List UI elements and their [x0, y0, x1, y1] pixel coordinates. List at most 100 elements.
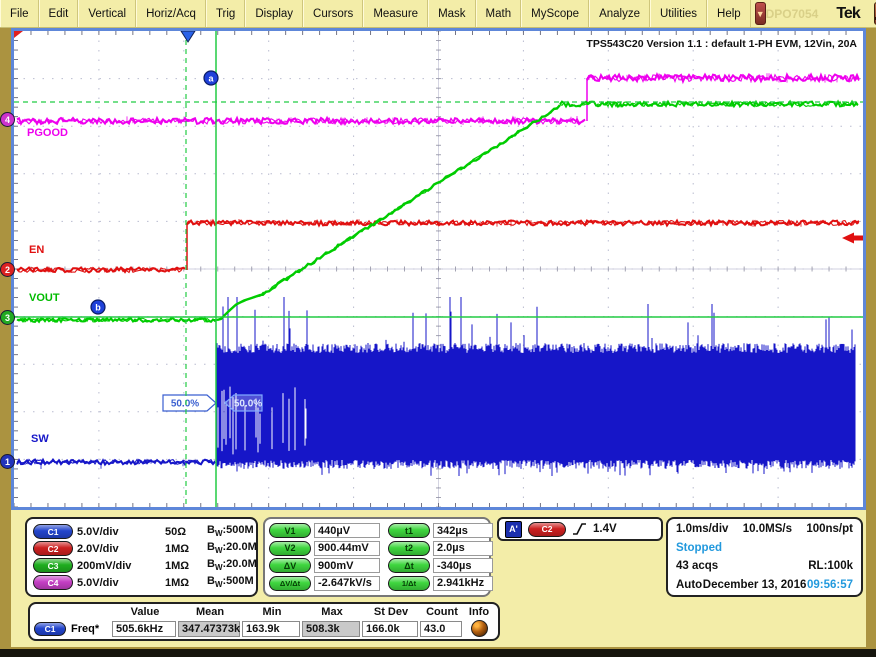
cursor-callout-left-label: 50.0% — [171, 399, 199, 410]
menu-item-cursors[interactable]: Cursors — [303, 0, 363, 27]
acq-count: 43 acqs — [676, 560, 718, 572]
channel-scale: 5.0V/div — [77, 526, 165, 538]
channel-pill-c2[interactable]: C2 — [33, 541, 73, 556]
menu-bar: FileEditVerticalHoriz/AcqTrigDisplayCurs… — [0, 0, 876, 28]
trace-label-en: EN — [29, 244, 44, 256]
channel-scale: 5.0V/div — [77, 577, 165, 589]
cursor-value: 342µs — [433, 523, 493, 538]
cursor-pill: ΔV/Δt — [269, 576, 311, 591]
menu-overflow-button[interactable]: ▼ — [755, 2, 766, 25]
channel-scale: 200mV/div — [77, 560, 165, 572]
measurement-name: Freq* — [71, 623, 99, 635]
menu-item-mask[interactable]: Mask — [428, 0, 475, 27]
trace-label-vout: VOUT — [29, 292, 60, 304]
menu-item-math[interactable]: Math — [476, 0, 522, 27]
menu-item-vertical[interactable]: Vertical — [78, 0, 136, 27]
channel-setting-row-c3: C3200mV/div1MΩBW:20.0M — [33, 557, 257, 574]
bottom-bezel — [0, 649, 876, 657]
trigger-readout: A' C2 1.4V — [497, 517, 663, 541]
trace-label-pgood: PGOOD — [27, 127, 68, 139]
record-length: RL:100k — [808, 560, 853, 572]
channel-1-badge[interactable]: 1 — [0, 454, 15, 469]
menu-item-help[interactable]: Help — [707, 0, 751, 27]
cursor-voltage-column: V1440µV V2900.44mVΔV900mVΔV/Δt-2.647kV/s — [269, 522, 380, 592]
channel-pill-c4[interactable]: C4 — [33, 575, 73, 590]
menu-item-edit[interactable]: Edit — [39, 0, 79, 27]
trigger-level-arrow[interactable] — [842, 233, 863, 244]
channel-pill-c1[interactable]: C1 — [33, 524, 73, 539]
measurement-source: C1 Freq* — [34, 622, 112, 636]
channel-bandwidth: BW:20.0M — [207, 541, 257, 555]
measurement-channel-pill: C1 — [34, 622, 66, 636]
acquisition-state: Stopped — [676, 542, 722, 554]
channel-bandwidth: BW:500M — [207, 575, 257, 589]
measurement-header-spacer — [34, 606, 112, 620]
channel-4-badge[interactable]: 4 — [0, 112, 15, 127]
cursor-pill: t2 — [388, 541, 430, 556]
channel-pill-c3[interactable]: C3 — [33, 558, 73, 573]
cursor-b-label: b — [95, 303, 101, 313]
cursor-row-time: 1/Δt2.941kHz — [388, 575, 493, 593]
channel-2-badge[interactable]: 2 — [0, 262, 15, 277]
tek-logo: Tek — [836, 5, 859, 23]
timebase-value: 1.0ms/div — [676, 523, 728, 535]
measurement-table-header: ValueMeanMinMaxSt DevCountInfo — [34, 606, 494, 620]
cursor-value: 440µV — [314, 523, 380, 538]
cursor-time-column: t1342µst22.0µsΔt-340µs1/Δt2.941kHz — [388, 522, 493, 592]
scope-model-label: DPO7054 — [766, 7, 819, 21]
scope-graticule[interactable]: 50.0% 50.0% a b PGOOD EN VOUT SW TPS543C… — [14, 31, 863, 507]
menu-item-horiz-acq[interactable]: Horiz/Acq — [136, 0, 206, 27]
measurement-header-value: Value — [112, 606, 178, 620]
cursor-value: 900mV — [314, 558, 380, 573]
corner-marker — [14, 31, 23, 38]
cursor-pill: V1 — [269, 523, 311, 538]
resolution-value: 100ns/pt — [806, 523, 853, 535]
date-value: December 13, 2016 — [703, 579, 807, 591]
channel-3-badge[interactable]: 3 — [0, 310, 15, 325]
channel-settings-panel: C15.0V/div50ΩBW:500MC22.0V/div1MΩBW:20.0… — [25, 517, 258, 597]
waveform-display[interactable]: 50.0% 50.0% a b PGOOD EN VOUT SW TPS543C… — [11, 28, 866, 510]
cursor-row-voltage: ΔV900mV — [269, 557, 380, 575]
channel-bandwidth: BW:500M — [207, 524, 257, 538]
trace-label-sw: SW — [31, 433, 49, 445]
cursor-row-voltage: V2900.44mV — [269, 540, 380, 558]
measurement-header-info: Info — [464, 606, 494, 620]
measurement-value: 505.6kHz — [112, 621, 176, 637]
cursor-value: -2.647kV/s — [314, 576, 380, 591]
trigger-mode: Auto — [676, 579, 702, 591]
channel-setting-row-c4: C4 5.0V/div1MΩBW:500M — [33, 574, 257, 591]
measurement-header-mean: Mean — [178, 606, 242, 620]
menu-item-trig[interactable]: Trig — [206, 0, 245, 27]
channel-impedance: 1MΩ — [165, 543, 207, 555]
channel-setting-row-c1: C1 5.0V/div50ΩBW:500M — [33, 523, 257, 540]
rising-edge-icon — [572, 521, 587, 537]
cursor-row-time: Δt-340µs — [388, 557, 493, 575]
cursor-readout-panel: V1440µVV2900.44mVΔV900mVΔV/Δt-2.647kV/s … — [263, 517, 491, 597]
menu-item-myscope[interactable]: MyScope — [521, 0, 589, 27]
channel-impedance: 1MΩ — [165, 560, 207, 572]
menu-item-utilities[interactable]: Utilities — [650, 0, 707, 27]
measurement-info-icon[interactable] — [471, 620, 488, 637]
cursor-callout-right-label: 50.0% — [234, 399, 262, 410]
channel-impedance: 1MΩ — [165, 577, 207, 589]
measurement-table: ValueMeanMinMaxSt DevCountInfo C1 Freq* … — [28, 602, 500, 641]
trigger-level-value: 1.4V — [593, 523, 617, 535]
measurement-max: 508.3k — [302, 621, 360, 637]
cursor-value: 2.0µs — [433, 541, 493, 556]
menu-item-display[interactable]: Display — [245, 0, 303, 27]
trigger-source-pill: C2 — [528, 522, 566, 537]
sample-rate-value: 10.0MS/s — [743, 523, 792, 535]
channel-impedance: 50Ω — [165, 526, 207, 538]
cursor-pill: 1/Δt — [388, 576, 430, 591]
menu-item-analyze[interactable]: Analyze — [589, 0, 650, 27]
cursor-row-time: t1342µs — [388, 522, 493, 540]
menu-item-measure[interactable]: Measure — [363, 0, 428, 27]
channel-scale: 2.0V/div — [77, 543, 165, 555]
measurement-header-count: Count — [420, 606, 464, 620]
trigger-position-marker[interactable] — [181, 31, 195, 42]
menu-item-file[interactable]: File — [0, 0, 39, 27]
measurement-header-min: Min — [242, 606, 302, 620]
channel-setting-row-c2: C2 2.0V/div1MΩBW:20.0M — [33, 540, 257, 557]
cursor-value: 2.941kHz — [433, 576, 493, 591]
measurement-header-max: Max — [302, 606, 362, 620]
